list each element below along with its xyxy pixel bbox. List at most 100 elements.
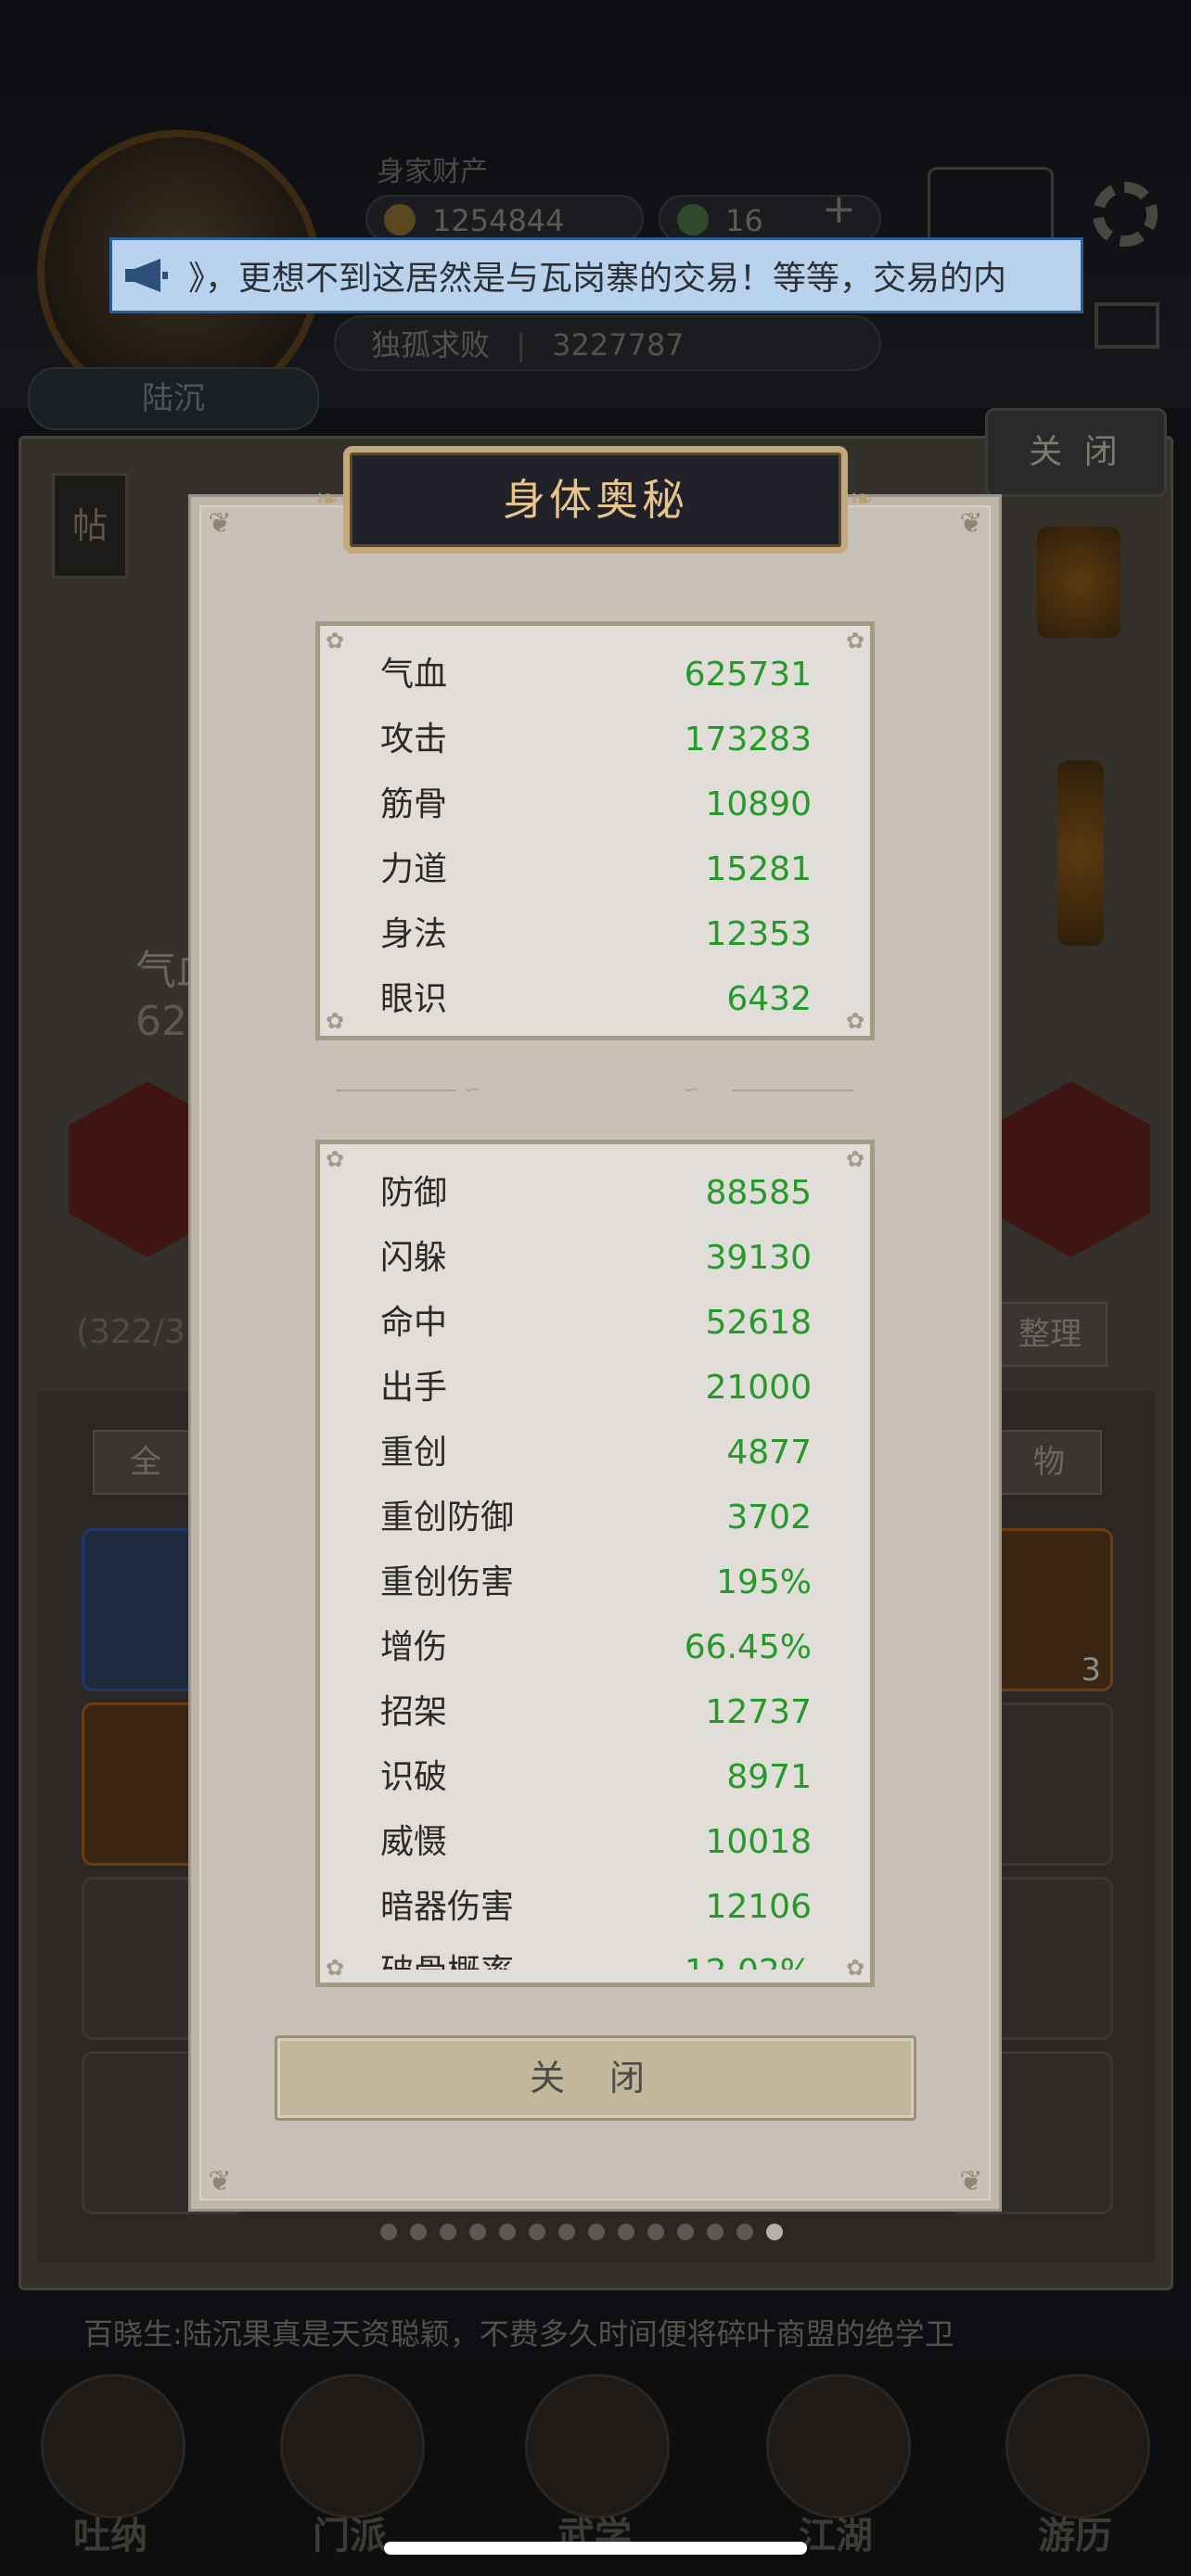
travel-icon: [1005, 2374, 1150, 2519]
stat-name: 出手: [380, 1369, 448, 1407]
news-ticker: 百晓生:陆沉果真是天资聪颖，不费多久时间便将碎叶商盟的绝学卫: [83, 2316, 954, 2352]
divider-line: [336, 1090, 456, 1091]
mail-icon[interactable]: [1095, 302, 1159, 349]
combat-stats-panel[interactable]: ✿ ✿ ✿ ✿ 防御 88585 闪躲 39130 命中 52618 出手 21000 …: [315, 1140, 875, 1987]
title-wing-left-icon: ❧: [315, 483, 339, 516]
base-stats-list: 气血 625731 攻击 173283 筋骨 10890 力道 15281 身法 1235…: [380, 643, 812, 1032]
combat-stats-scroll[interactable]: 防御 88585 闪躲 39130 命中 52618 出手 21000 重创 4877 重…: [320, 1161, 870, 1970]
stat-name: 暗器伤害: [380, 1888, 515, 1926]
page-dot[interactable]: [380, 2224, 397, 2240]
stat-value: 6432: [726, 980, 812, 1018]
rank-bar: 独孤求败 | 3227787: [334, 315, 881, 371]
stat-name: 力道: [380, 850, 448, 888]
stat-value: 195%: [716, 1563, 812, 1601]
filter-item-tab[interactable]: 物: [996, 1430, 1102, 1495]
nav-breathing[interactable]: 吐纳: [41, 2374, 186, 2559]
nav-martial-arts[interactable]: 武学: [525, 2374, 670, 2559]
tie-badge-icon[interactable]: 帖: [52, 473, 128, 579]
stat-name: 威慑: [380, 1823, 448, 1861]
page-dot[interactable]: [499, 2224, 516, 2240]
stat-name: 招架: [380, 1693, 448, 1731]
sect-icon: [280, 2374, 425, 2519]
stat-row: 力道 15281: [380, 837, 812, 902]
stat-row: 重创 4877: [380, 1421, 812, 1486]
breathing-icon: [41, 2374, 186, 2519]
page-dot-active[interactable]: [766, 2224, 783, 2240]
stat-value: 12737: [705, 1693, 812, 1731]
gem-value: 16: [725, 203, 763, 238]
page-dot[interactable]: [618, 2224, 634, 2240]
page-dot[interactable]: [410, 2224, 427, 2240]
sword-icon[interactable]: [1057, 760, 1104, 946]
stat-value: 88585: [705, 1174, 812, 1212]
stat-row: 命中 52618: [380, 1291, 812, 1356]
stat-name: 气血: [380, 656, 448, 694]
page-dot[interactable]: [707, 2224, 724, 2240]
nav-jianghu[interactable]: 江湖: [766, 2374, 911, 2559]
home-indicator[interactable]: [384, 2542, 807, 2555]
stat-value: 21000: [705, 1369, 812, 1407]
stat-row: 防御 88585: [380, 1161, 812, 1226]
stat-row: 筋骨 10890: [380, 772, 812, 837]
stat-value: 12353: [705, 915, 812, 953]
stat-name: 攻击: [380, 721, 448, 759]
panel-close-button[interactable]: 关 闭: [985, 408, 1167, 497]
nav-travel[interactable]: 游历: [1005, 2374, 1150, 2559]
page-dot[interactable]: [647, 2224, 664, 2240]
nav-sect[interactable]: 门派: [280, 2374, 425, 2559]
stat-name: 重创伤害: [380, 1563, 515, 1601]
stat-row: 眼识 6432: [380, 967, 812, 1032]
filter-all-tab[interactable]: 全: [93, 1430, 198, 1495]
box-corner-icon: ✿: [845, 628, 865, 654]
stat-row: 重创防御 3702: [380, 1486, 812, 1550]
page-dot[interactable]: [736, 2224, 753, 2240]
sort-button[interactable]: 整理: [992, 1302, 1108, 1367]
bag-capacity: (322/33: [76, 1313, 207, 1351]
base-stats-panel: ✿ ✿ ✿ ✿ 气血 625731 攻击 173283 筋骨 10890 力道 1528…: [315, 621, 875, 1040]
combat-stats-list: 防御 88585 闪躲 39130 命中 52618 出手 21000 重创 4877 重…: [380, 1161, 812, 1970]
stat-name: 重创: [380, 1434, 448, 1472]
martial-arts-icon: [525, 2374, 670, 2519]
page-dot[interactable]: [588, 2224, 605, 2240]
stat-row: 重创伤害 195%: [380, 1550, 812, 1615]
nav-label: 游历: [1038, 2515, 1112, 2557]
corner-ornament-icon: ❦: [208, 507, 232, 540]
stat-row: 出手 21000: [380, 1356, 812, 1421]
stat-value: 12106: [705, 1888, 812, 1926]
page-dot[interactable]: [558, 2224, 575, 2240]
page-dot[interactable]: [469, 2224, 486, 2240]
box-corner-icon: ✿: [845, 1008, 865, 1034]
stat-name: 增伤: [380, 1628, 448, 1666]
marquee-text: 》，更想不到这居然是与瓦岗寨的交易！等等，交易的内: [188, 260, 1007, 298]
rank-title: 独孤求败: [371, 327, 491, 363]
gold-coin-icon: [384, 204, 416, 236]
stat-name: 识破: [380, 1758, 448, 1796]
stat-name: 闪躲: [380, 1239, 448, 1277]
stat-value: 66.45%: [684, 1628, 812, 1666]
stat-name: 身法: [380, 915, 448, 953]
stat-value: 39130: [705, 1239, 812, 1277]
stat-row: 威慑 10018: [380, 1810, 812, 1875]
divider-line: [733, 1090, 853, 1091]
pendant-ornament-icon[interactable]: [1037, 527, 1121, 638]
add-gems-button[interactable]: +: [822, 185, 856, 233]
settings-gear-icon[interactable]: [1093, 182, 1158, 247]
jianghu-icon: [766, 2374, 911, 2519]
page-dot[interactable]: [529, 2224, 545, 2240]
gold-value: 1254844: [432, 203, 565, 238]
page-dot[interactable]: [677, 2224, 694, 2240]
stat-row: 增伤 66.45%: [380, 1615, 812, 1680]
stat-value: 8971: [726, 1758, 812, 1796]
page-dot[interactable]: [440, 2224, 456, 2240]
gold-counter: 1254844: [365, 195, 644, 243]
stat-row: 招架 12737: [380, 1680, 812, 1745]
stat-row: 攻击 173283: [380, 708, 812, 772]
nav-label: 吐纳: [73, 2515, 147, 2557]
modal-close-button[interactable]: 关 闭: [275, 2035, 916, 2121]
stat-name: 重创防御: [380, 1498, 515, 1537]
corner-ornament-icon: ❦: [959, 507, 983, 540]
stat-row: 破骨概率 12.02%: [380, 1940, 812, 1970]
marquee-banner: 》，更想不到这居然是与瓦岗寨的交易！等等，交易的内: [109, 237, 1083, 313]
page-indicator: [380, 2224, 807, 2242]
stat-name: 眼识: [380, 980, 448, 1018]
